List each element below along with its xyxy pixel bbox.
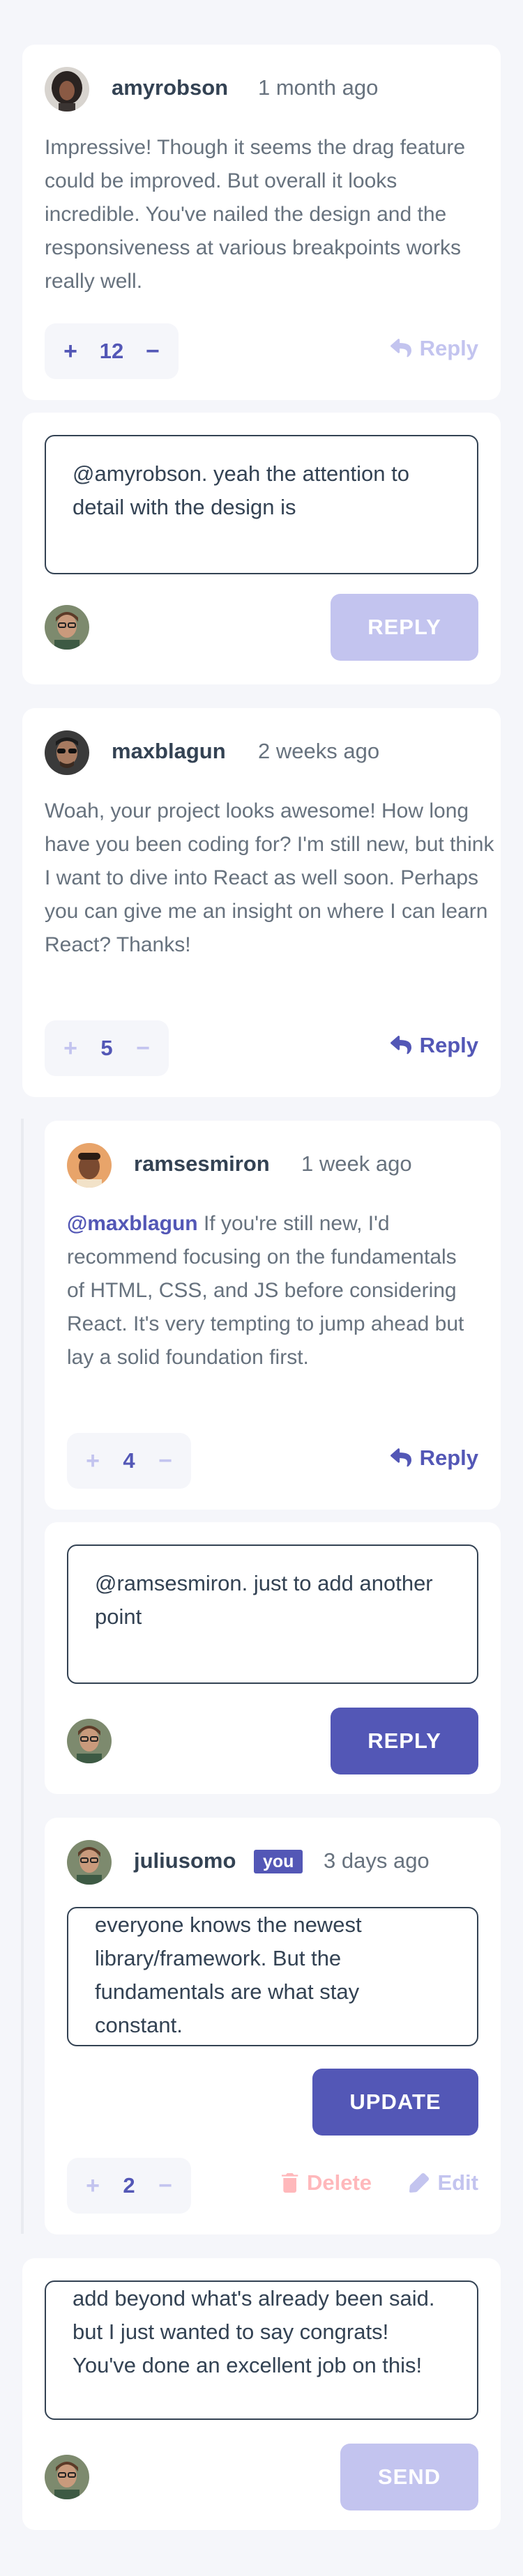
current-user-avatar [45, 605, 89, 650]
downvote-minus-icon[interactable]: − [155, 1449, 176, 1473]
avatar-amyrobson-icon [45, 67, 89, 112]
juliusomo-avatar-icon [67, 1719, 112, 1763]
comment-username[interactable]: maxblagun [112, 739, 226, 764]
avatar-ramsesmiron-icon [67, 1143, 112, 1188]
avatar-ramsesmiron[interactable] [67, 1143, 112, 1188]
vote-score: 4 [123, 1448, 135, 1473]
comment-card-amyrobson: amyrobson 1 month ago Impressive! Though… [22, 45, 501, 400]
vote-score: 2 [123, 2173, 135, 2198]
update-button[interactable]: UPDATE [312, 2069, 478, 2136]
comment-mention[interactable]: @maxblagun [67, 1212, 198, 1235]
comment-timestamp: 1 week ago [301, 1151, 412, 1176]
avatar-amyrobson[interactable] [45, 67, 89, 112]
downvote-minus-icon[interactable]: − [155, 2174, 176, 2198]
comment-username[interactable]: juliusomo [134, 1848, 236, 1873]
comment-timestamp: 3 days ago [324, 1848, 430, 1873]
reply-form-amyrobson: @amyrobson. yeah the attention to detail… [22, 413, 501, 684]
vote-control: + 5 − [45, 1020, 169, 1076]
reply-button-label: Reply [419, 336, 478, 360]
reply-button-label: Reply [419, 1446, 478, 1470]
reply-button[interactable]: Reply [390, 336, 478, 361]
new-comment-textarea[interactable]: add beyond what's already been said. but… [45, 2280, 478, 2420]
comment-text-body: If you're still new, I'd recommend focus… [67, 1212, 464, 1369]
reply-button-label: Reply [419, 1033, 478, 1057]
reply-textarea-value: @ramsesmiron. just to add another point [95, 1571, 433, 1629]
juliusomo-avatar-icon [45, 2455, 89, 2499]
reply-icon [390, 339, 411, 358]
edit-button[interactable]: Edit [409, 2170, 478, 2195]
avatar-juliusomo[interactable] [67, 1840, 112, 1885]
edit-button-label: Edit [437, 2170, 478, 2195]
reply-icon [390, 1036, 411, 1055]
send-button[interactable]: SEND [340, 2444, 478, 2510]
pencil-icon [409, 2173, 430, 2193]
reply-icon [390, 1448, 411, 1467]
avatar-maxblagun[interactable] [45, 730, 89, 775]
new-comment-form: add beyond what's already been said. but… [22, 2258, 501, 2530]
reply-button[interactable]: Reply [390, 1033, 478, 1058]
reply-thread-line [21, 1119, 24, 2234]
comment-text: @maxblagun If you're still new, I'd reco… [67, 1207, 478, 1374]
vote-score: 12 [99, 339, 124, 363]
comment-timestamp: 1 month ago [258, 75, 379, 100]
juliusomo-avatar-icon [45, 605, 89, 650]
reply-form-ramsesmiron: @ramsesmiron. just to add another point … [45, 1522, 501, 1794]
reply-button[interactable]: Reply [390, 1446, 478, 1471]
edit-textarea[interactable]: everyone knows the newest library/framew… [67, 1907, 478, 2046]
trash-icon [282, 2173, 298, 2193]
edit-textarea-value: everyone knows the newest library/framew… [95, 1912, 362, 2037]
new-comment-textarea-value: add beyond what's already been said. but… [73, 2286, 435, 2377]
delete-button[interactable]: Delete [282, 2170, 372, 2195]
current-user-avatar [45, 2455, 89, 2499]
comment-card-maxblagun: maxblagun 2 weeks ago Woah, your project… [22, 708, 501, 1097]
reply-textarea-value: @amyrobson. yeah the attention to detail… [73, 461, 409, 519]
reply-submit-button[interactable]: REPLY [331, 594, 478, 661]
comment-username[interactable]: amyrobson [112, 75, 228, 100]
comment-timestamp: 2 weeks ago [258, 739, 380, 763]
avatar-juliusomo-icon [67, 1840, 112, 1885]
comment-card-juliusomo: juliusomo you 3 days ago everyone knows … [45, 1818, 501, 2234]
upvote-plus-icon[interactable]: + [82, 2174, 103, 2198]
vote-control: + 2 − [67, 2158, 191, 2214]
reply-textarea[interactable]: @amyrobson. yeah the attention to detail… [45, 435, 478, 574]
comment-text: Impressive! Though it seems the drag fea… [45, 136, 466, 293]
downvote-minus-icon[interactable]: − [142, 339, 163, 363]
upvote-plus-icon[interactable]: + [60, 1036, 81, 1060]
vote-score: 5 [100, 1036, 113, 1060]
avatar-maxblagun-icon [45, 730, 89, 775]
reply-textarea[interactable]: @ramsesmiron. just to add another point [67, 1544, 478, 1684]
vote-control: + 12 − [45, 323, 179, 379]
reply-submit-button[interactable]: REPLY [331, 1708, 478, 1774]
comment-username[interactable]: ramsesmiron [134, 1151, 270, 1176]
downvote-minus-icon[interactable]: − [132, 1036, 153, 1060]
current-user-avatar [67, 1719, 112, 1763]
upvote-plus-icon[interactable]: + [60, 339, 81, 363]
delete-button-label: Delete [307, 2170, 372, 2195]
comment-card-ramsesmiron: ramsesmiron 1 week ago @maxblagun If you… [45, 1121, 501, 1510]
you-badge: you [254, 1850, 303, 1873]
comment-text: Woah, your project looks awesome! How lo… [45, 799, 494, 956]
vote-control: + 4 − [67, 1433, 191, 1489]
upvote-plus-icon[interactable]: + [82, 1449, 103, 1473]
